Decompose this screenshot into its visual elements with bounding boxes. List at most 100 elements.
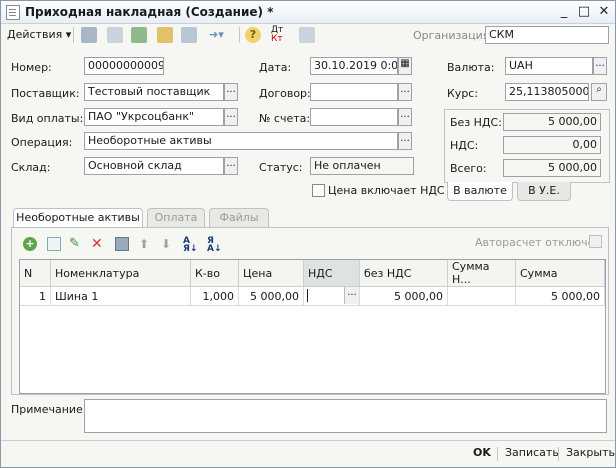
account-field[interactable] (310, 108, 398, 126)
items-table: N Номенклатура К-во Цена НДС без НДС Сум… (19, 259, 606, 394)
payment-type-select-button[interactable]: ... (224, 108, 238, 126)
copy-row-icon[interactable] (47, 237, 61, 251)
add-row-icon[interactable]: + (23, 237, 37, 251)
title-bar: Приходная накладная (Создание) * _ □ ✕ (1, 1, 615, 24)
warehouse-field[interactable]: Основной склад (84, 157, 224, 175)
actions-label: Действия (7, 28, 63, 41)
delete-icon[interactable]: ✕ (91, 237, 105, 251)
currency-select-button[interactable]: ... (593, 57, 607, 75)
document-icon (6, 5, 20, 20)
cell-price[interactable]: 5 000,00 (238, 286, 304, 306)
refresh-icon[interactable] (131, 27, 147, 43)
organization-field[interactable]: СКМ (485, 26, 609, 44)
calendar-icon[interactable]: ▦ (398, 57, 412, 75)
ok-button[interactable]: OK (473, 441, 491, 465)
vat-included-label: Цена включает НДС (328, 184, 445, 197)
save-button[interactable]: Записать (505, 441, 559, 465)
col-nomenclature[interactable]: Номенклатура (50, 260, 191, 287)
text-cursor (307, 289, 308, 302)
warehouse-select-button[interactable]: ... (224, 157, 238, 175)
cell-sum[interactable]: 5 000,00 (515, 286, 605, 306)
comment-label: Примечание: (11, 403, 87, 416)
minimize-button[interactable]: _ (556, 4, 572, 19)
edit-pencil-icon[interactable]: ✎ (69, 237, 83, 251)
cell-no-vat[interactable]: 5 000,00 (359, 286, 448, 306)
currency-field[interactable]: UAH (505, 57, 593, 75)
status-field: Не оплачен (310, 157, 414, 175)
tab-payment[interactable]: Оплата (147, 208, 205, 227)
operation-label: Операция: (11, 136, 73, 149)
sort-asc-icon[interactable]: А Я↓ (183, 237, 197, 254)
close-form-button[interactable]: Закрыть (566, 441, 615, 465)
cell-qty[interactable]: 1,000 (190, 286, 239, 306)
rate-field[interactable]: 25,1138050000 (505, 83, 589, 101)
col-no-vat[interactable]: без НДС (359, 260, 448, 287)
report-icon[interactable] (299, 27, 315, 43)
autocalc-checkbox[interactable] (589, 235, 602, 248)
cell-n[interactable]: 1 (20, 286, 51, 306)
warehouse-label: Склад: (11, 161, 51, 174)
toolbar-separator (239, 27, 240, 43)
help-icon[interactable]: ? (245, 27, 261, 43)
copy-icon[interactable] (107, 27, 123, 43)
col-n[interactable]: N (20, 260, 51, 287)
post-icon[interactable] (81, 27, 97, 43)
structure-icon[interactable] (181, 27, 197, 43)
forward-menu-icon[interactable]: ➜▾ (209, 26, 224, 44)
search-icon[interactable]: ⌕ (591, 83, 607, 101)
vat-included-checkbox[interactable] (312, 184, 325, 197)
tab-in-ue[interactable]: В У.Е. (517, 182, 571, 201)
autocalc-label: Авторасчет отключен (475, 236, 602, 249)
add-icon[interactable] (157, 27, 173, 43)
account-label: № счета: (259, 112, 311, 125)
tab-files[interactable]: Файлы (209, 208, 269, 227)
cell-vat[interactable]: ... (303, 286, 360, 306)
end-edit-icon[interactable] (115, 237, 129, 251)
col-vat[interactable]: НДС (303, 260, 360, 287)
col-price[interactable]: Цена (238, 260, 304, 287)
col-vat-sum[interactable]: Сумма Н... (447, 260, 516, 287)
grid-toolbar: + ✎ ✕ ⬆ ⬇ А Я↓ Я А↓ (23, 237, 222, 254)
account-select-button[interactable]: ... (398, 108, 412, 126)
supplier-label: Поставщик: (11, 87, 80, 100)
accounting-entries-icon[interactable]: Дт Кт (271, 26, 283, 44)
date-field[interactable]: 30.10.2019 0:00:00 (310, 57, 398, 75)
date-label: Дата: (259, 61, 292, 74)
comment-field[interactable] (84, 399, 607, 433)
toolbar: Действия ▾ ➜▾ ? Дт Кт Организация СКМ (1, 24, 615, 46)
button-separator (558, 447, 559, 461)
supplier-select-button[interactable]: ... (224, 83, 238, 101)
contract-select-button[interactable]: ... (398, 83, 412, 101)
sort-desc-icon[interactable]: Я А↓ (207, 237, 222, 254)
supplier-field[interactable]: Тестовый поставщик (84, 83, 224, 101)
contract-label: Договор: (259, 87, 311, 100)
maximize-button[interactable]: □ (576, 4, 592, 19)
operation-select-button[interactable]: ... (398, 132, 412, 150)
col-qty[interactable]: К-во (190, 260, 239, 287)
move-up-icon[interactable]: ⬆ (139, 237, 153, 251)
operation-field[interactable]: Необоротные активы (84, 132, 398, 150)
number-field[interactable]: 00000000009 (84, 57, 164, 75)
no-vat-total: 5 000,00 (503, 113, 601, 131)
move-down-icon[interactable]: ⬇ (161, 237, 175, 251)
tab-fixed-assets[interactable]: Необоротные активы (13, 208, 143, 227)
actions-menu[interactable]: Действия ▾ (7, 26, 71, 44)
total-label: Всего: (450, 162, 487, 175)
contract-field[interactable] (310, 83, 398, 101)
no-vat-label: Без НДС: (450, 116, 502, 129)
status-label: Статус: (259, 161, 303, 174)
payment-type-label: Вид оплаты: (11, 112, 84, 125)
payment-type-field[interactable]: ПАО "Укрсоцбанк" (84, 108, 224, 126)
button-separator (497, 447, 498, 461)
cell-vat-sum[interactable] (447, 286, 516, 306)
document-window: Приходная накладная (Создание) * _ □ ✕ Д… (0, 0, 616, 468)
table-row[interactable]: 1 Шина 1 1,000 5 000,00 ... 5 000,00 5 0… (20, 286, 605, 306)
vat-select-button[interactable]: ... (344, 287, 359, 304)
currency-label: Валюта: (447, 61, 495, 74)
vat-label: НДС: (450, 139, 479, 152)
vat-total: 0,00 (503, 136, 601, 154)
close-button[interactable]: ✕ (596, 4, 612, 19)
col-sum[interactable]: Сумма (515, 260, 605, 287)
cell-nomenclature[interactable]: Шина 1 (50, 286, 191, 306)
tab-in-currency[interactable]: В валюте (447, 182, 513, 201)
